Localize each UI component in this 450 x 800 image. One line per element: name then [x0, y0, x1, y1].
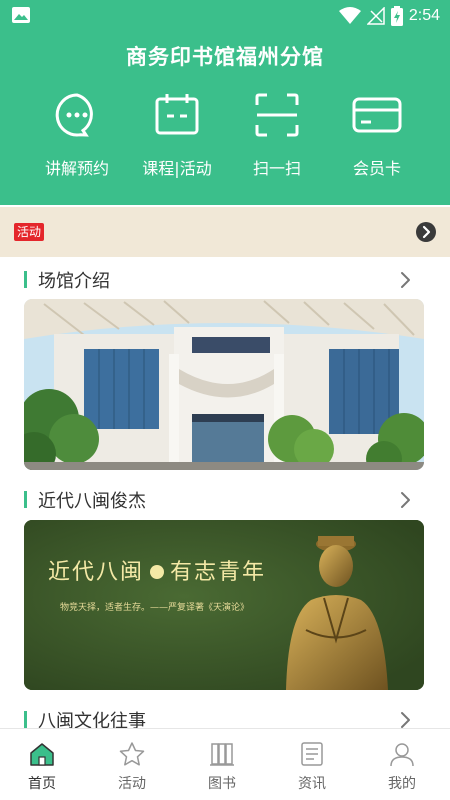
chevron-right-icon[interactable]	[400, 491, 412, 509]
quick-action-scan[interactable]: 扫一扫	[227, 91, 327, 179]
quick-action-courses[interactable]: 课程|活动	[127, 91, 227, 179]
banner-headline: 近代八闽 有志青年	[48, 554, 266, 586]
section-venue-intro-header[interactable]: 场馆介绍	[24, 265, 424, 293]
wifi-icon	[338, 7, 361, 24]
home-icon	[30, 743, 54, 766]
section-accent-bar	[24, 271, 27, 288]
system-tray: 2:54	[338, 5, 440, 27]
chat-bubble-icon	[55, 93, 93, 137]
activity-tag: 活动	[14, 223, 45, 241]
chevron-right-icon[interactable]	[400, 711, 412, 729]
bronze-statue-image	[286, 536, 388, 690]
bottom-navigation: 首页 活动 图书 资讯 我的	[0, 728, 450, 800]
section-accent-bar	[24, 491, 27, 508]
scan-icon	[255, 93, 299, 137]
page-title: 商务印书馆福州分馆	[126, 45, 324, 69]
image-notification-icon	[12, 7, 30, 23]
user-icon	[390, 743, 414, 767]
banner-subtitle: 物竞天择，适者生存。——严复译著《天演论》	[60, 603, 250, 613]
news-icon	[301, 742, 323, 766]
nav-label: 活动	[118, 776, 146, 792]
bullet-dot	[150, 565, 165, 579]
quick-action-label: 扫一扫	[252, 159, 301, 178]
card-icon	[352, 97, 402, 133]
modern-talents-banner[interactable]: 近代八闽 有志青年 物竞天择，适者生存。——严复译著《天演论》	[24, 520, 424, 690]
activity-strip[interactable]: 活动	[0, 207, 450, 257]
nav-label: 首页	[28, 776, 56, 792]
nav-home[interactable]: 首页	[0, 741, 87, 793]
banner-title-right: 有志青年	[170, 560, 267, 585]
star-icon	[119, 742, 145, 766]
quick-action-label: 课程|活动	[142, 159, 212, 178]
nav-label: 资讯	[298, 776, 326, 792]
nav-activity[interactable]: 活动	[87, 741, 177, 793]
nav-books[interactable]: 图书	[177, 741, 267, 793]
section-title: 近代八闽俊杰	[38, 491, 146, 512]
section-title: 场馆介绍	[38, 271, 110, 292]
activity-arrow-button[interactable]	[416, 222, 436, 242]
nav-label: 我的	[388, 776, 416, 792]
calendar-icon	[155, 94, 199, 135]
library-building-image	[24, 299, 424, 470]
quick-action-label: 会员卡	[352, 159, 401, 178]
status-bar: 2:54	[0, 0, 450, 33]
status-time: 2:54	[408, 7, 440, 24]
battery-charging-icon	[390, 6, 403, 26]
quick-action-member-card[interactable]: 会员卡	[327, 91, 427, 179]
section-accent-bar	[24, 711, 27, 728]
signal-icon	[366, 7, 385, 25]
books-icon	[210, 743, 234, 766]
chevron-right-icon	[422, 225, 431, 239]
chevron-right-icon[interactable]	[400, 271, 412, 289]
nav-profile[interactable]: 我的	[357, 741, 447, 793]
nav-label: 图书	[208, 776, 236, 792]
quick-action-label: 讲解预约	[44, 159, 109, 178]
banner-title-left: 近代八闽	[48, 560, 145, 585]
quick-action-guided-tour[interactable]: 讲解预约	[27, 91, 127, 179]
venue-photo-card[interactable]	[24, 299, 424, 470]
nav-news[interactable]: 资讯	[267, 741, 357, 793]
section-modern-talents-header[interactable]: 近代八闽俊杰	[24, 485, 424, 513]
header: 商务印书馆福州分馆 讲解预约 课程|活动 扫一扫 会员卡	[0, 33, 450, 205]
